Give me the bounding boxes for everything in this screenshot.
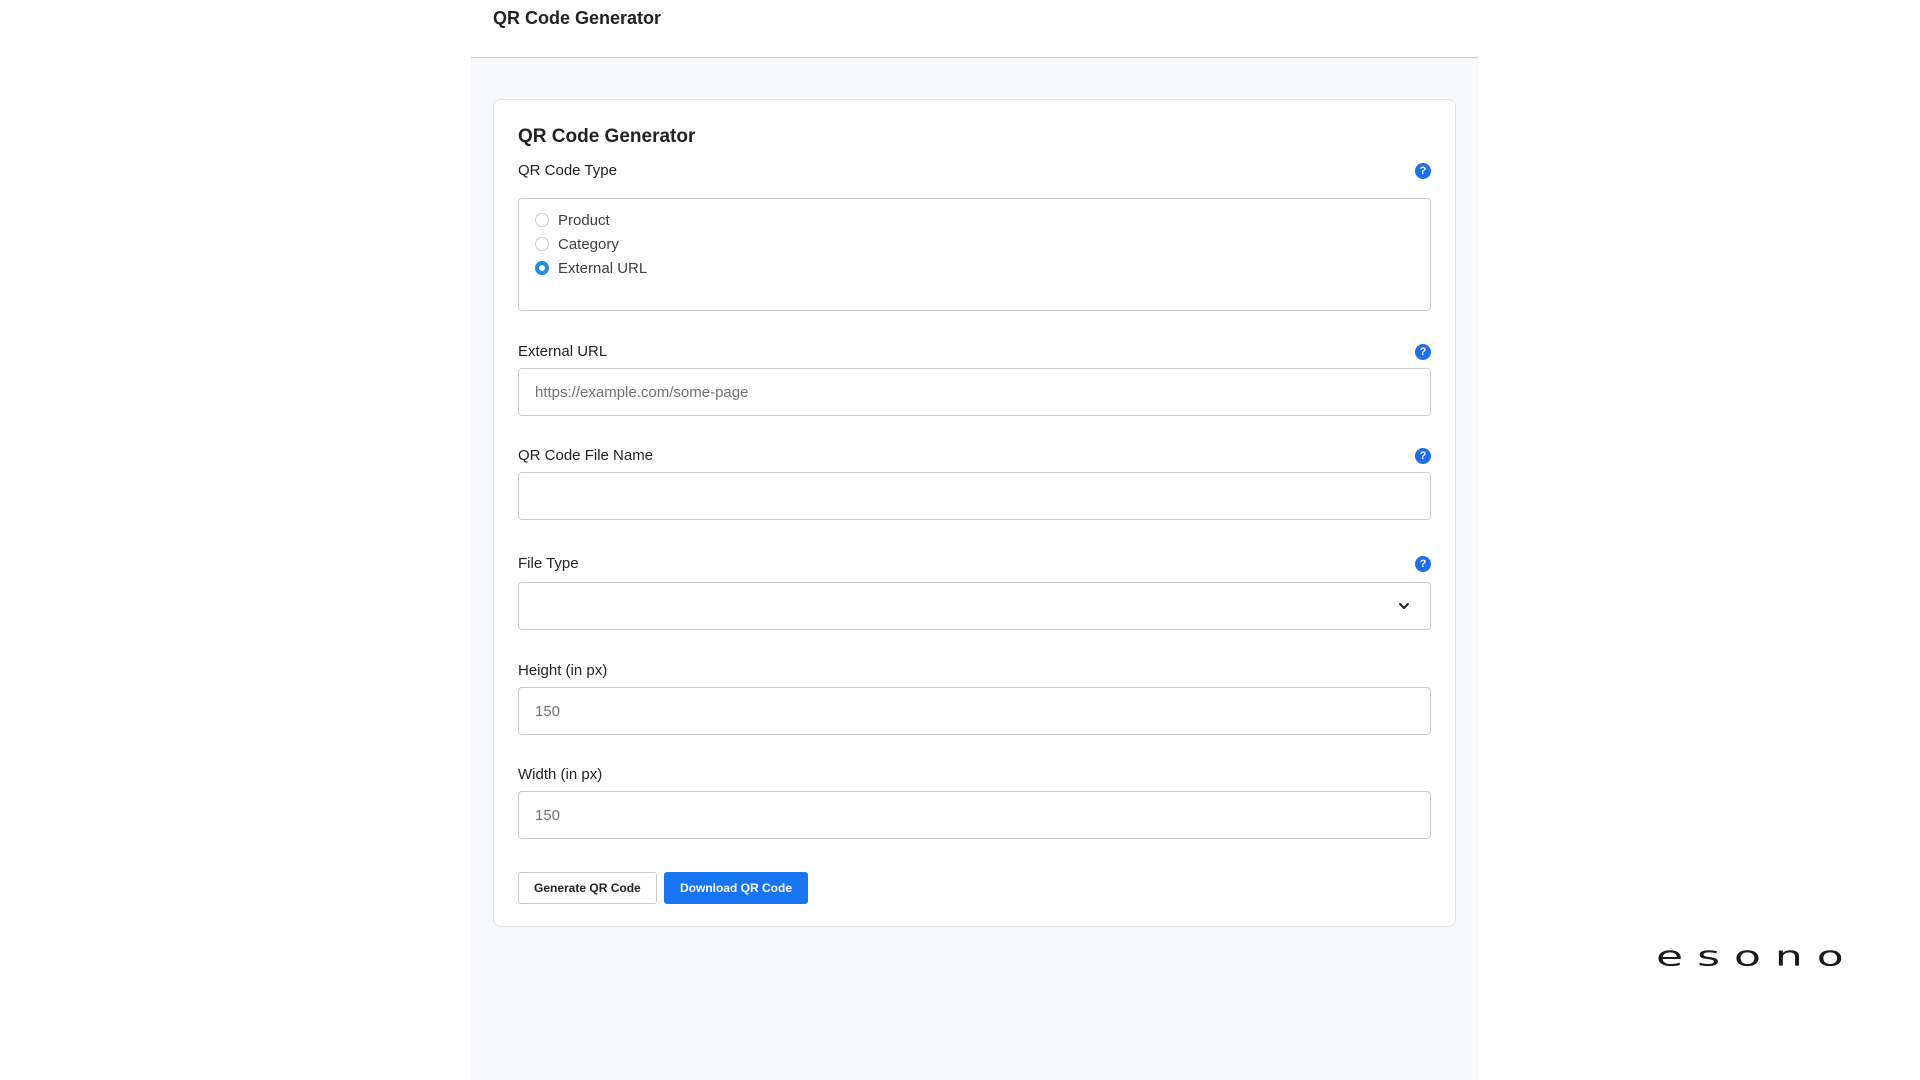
radio-option-product[interactable]: Product [535,209,610,231]
width-label: Width (in px) [518,766,603,783]
app-frame: QR Code Generator QR Code Generator QR C… [471,0,1478,1080]
file-name-help-icon[interactable]: ? [1415,448,1431,464]
card-title: QR Code Generator [518,126,696,147]
brand-logo-text: esono [1656,940,1858,973]
qr-generator-card: QR Code Generator QR Code Type ? Product… [493,99,1456,927]
radio-option-external-url[interactable]: External URL [535,257,647,279]
file-type-help-icon[interactable]: ? [1415,556,1431,572]
external-url-input[interactable] [518,368,1431,416]
file-type-select[interactable] [518,582,1431,630]
download-qr-code-button[interactable]: Download QR Code [664,872,808,904]
app-title-bar: QR Code Generator [471,0,1478,58]
file-name-label: QR Code File Name [518,447,654,464]
brand-logo: esono [1656,942,1888,972]
app-title: QR Code Generator [493,8,662,28]
external-url-help-icon[interactable]: ? [1415,344,1431,360]
width-input[interactable] [518,791,1431,839]
radio-button-product[interactable] [535,213,549,227]
radio-button-external-url[interactable] [535,261,549,275]
qr-type-radio-group: Product Category External URL [518,198,1431,311]
radio-label-category: Category [558,235,619,253]
external-url-label: External URL [518,343,608,360]
radio-label-product: Product [558,211,610,229]
radio-option-category[interactable]: Category [535,233,619,255]
height-label: Height (in px) [518,662,608,679]
file-type-label: File Type [518,555,579,572]
file-name-input[interactable] [518,472,1431,520]
radio-button-category[interactable] [535,237,549,251]
generate-qr-code-button[interactable]: Generate QR Code [518,872,657,904]
height-input[interactable] [518,687,1431,735]
qr-type-label: QR Code Type [518,162,617,179]
qr-type-help-icon[interactable]: ? [1415,163,1431,179]
radio-label-external-url: External URL [558,259,648,277]
chevron-down-icon [1399,603,1409,609]
